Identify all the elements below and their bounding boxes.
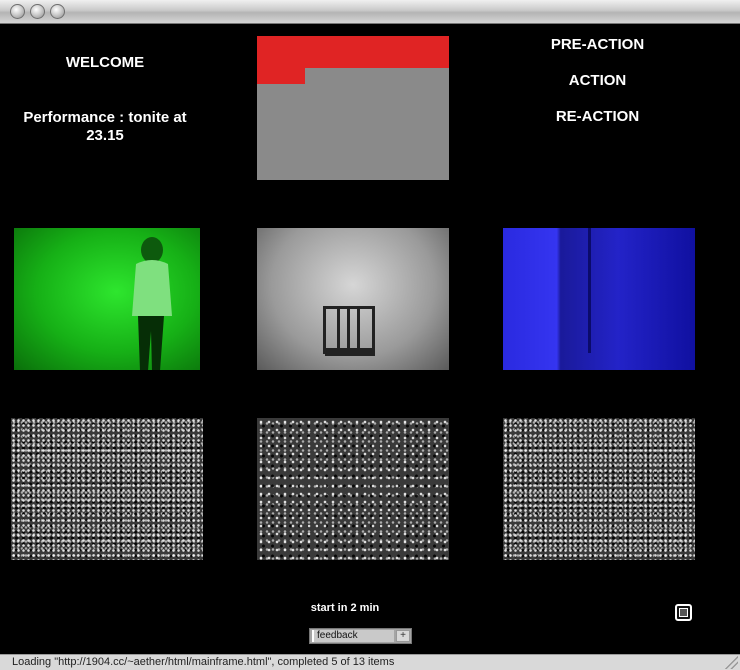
chair-slat (337, 308, 340, 350)
pre-action-link[interactable]: PRE-ACTION (520, 36, 675, 54)
hooded-figure (132, 237, 172, 370)
start-countdown-text: start in 2 min (310, 602, 380, 614)
chair-video-panel[interactable] (257, 228, 449, 370)
feedback-field[interactable]: feedback (312, 630, 394, 642)
action-link[interactable]: ACTION (520, 72, 675, 90)
feedback-control[interactable]: feedback + (309, 628, 412, 644)
status-bar: Loading "http://1904.cc/~aether/html/mai… (0, 654, 740, 670)
static-noise-panel-right[interactable] (503, 418, 695, 560)
red-gray-panel[interactable] (257, 36, 449, 180)
door-frame (588, 228, 688, 353)
fullscreen-icon[interactable] (675, 604, 692, 621)
zoom-button[interactable] (50, 4, 65, 19)
red-step (257, 68, 305, 84)
welcome-heading: WELCOME (65, 54, 145, 71)
chair-slat (357, 308, 360, 350)
resize-grip-icon[interactable] (725, 656, 738, 669)
browser-window: WELCOME Performance : tonite at 23.15 PR… (0, 0, 740, 670)
static-noise-panel-left[interactable] (11, 418, 203, 560)
title-bar[interactable] (0, 0, 740, 24)
green-video-panel[interactable] (14, 228, 200, 370)
red-block (257, 36, 449, 68)
re-action-link[interactable]: RE-ACTION (520, 108, 675, 126)
close-button[interactable] (10, 4, 25, 19)
chair-slat (347, 308, 350, 350)
static-noise-panel-center[interactable] (257, 418, 449, 560)
status-text: Loading "http://1904.cc/~aether/html/mai… (12, 656, 395, 668)
minimize-button[interactable] (30, 4, 45, 19)
page-content: WELCOME Performance : tonite at 23.15 PR… (0, 24, 740, 654)
performance-text: Performance : tonite at 23.15 (23, 109, 187, 144)
blue-video-panel[interactable] (503, 228, 695, 370)
feedback-add-button[interactable]: + (396, 630, 410, 642)
chair-seat (325, 348, 375, 356)
fullscreen-icon-inner (679, 608, 688, 617)
